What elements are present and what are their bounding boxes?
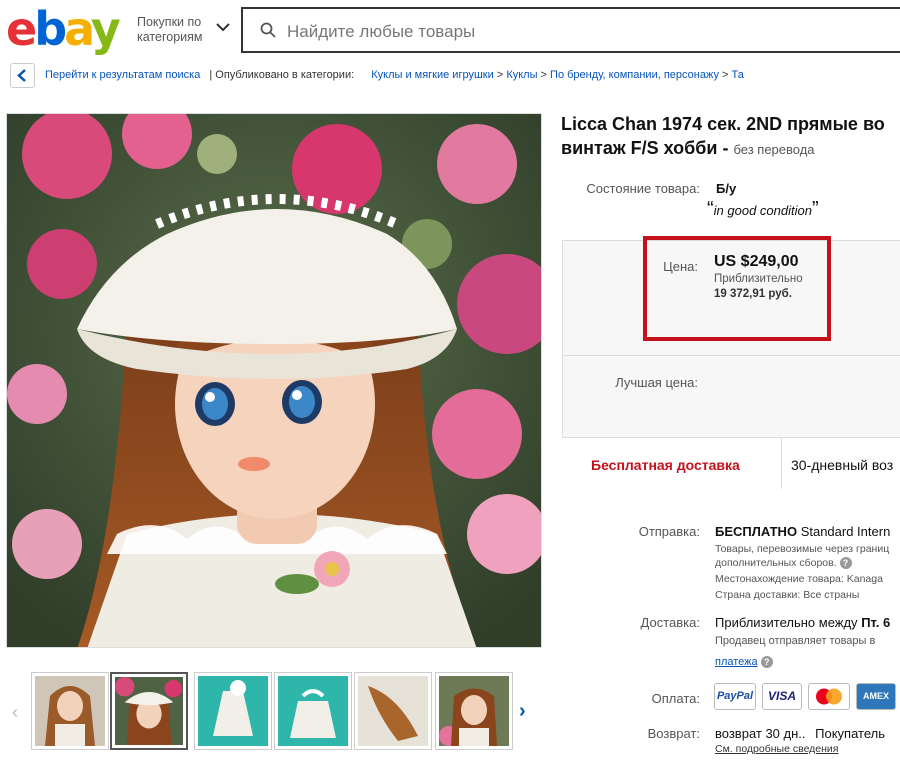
thumbnail[interactable] [354, 672, 432, 750]
payments-label: Оплата: [651, 691, 700, 706]
paypal-icon: PayPal [714, 683, 756, 710]
breadcrumb-item[interactable]: Та [732, 69, 744, 81]
breadcrumb-item[interactable]: Куклы и мягкие игрушки [371, 69, 494, 81]
mastercard-icon [808, 683, 850, 710]
amex-icon: AMEX [856, 683, 896, 710]
breadcrumb-item[interactable]: Куклы [506, 69, 537, 81]
item-title: Licca Chan 1974 сек. 2ND прямые во [561, 114, 885, 134]
returns-30-label: 30-дневный воз [791, 457, 894, 473]
returns-label: Возврат: [647, 726, 700, 741]
ships-to: Страна доставки: Все страны П [715, 589, 860, 601]
doll-photo [7, 114, 541, 647]
thumbnail-selected[interactable] [110, 672, 188, 750]
no-translation-label: без перевода [733, 142, 815, 157]
ebay-logo[interactable]: ebay [6, 4, 121, 54]
chevron-left-icon [17, 69, 26, 82]
breadcrumb-separator: > [496, 69, 504, 81]
main-product-image[interactable] [6, 113, 542, 648]
back-to-results-link[interactable]: Перейти к результатам поиска [45, 69, 200, 81]
thumbs-next-icon[interactable]: › [519, 700, 526, 723]
best-offer-label: Лучшая цена: [615, 375, 698, 390]
payment-link-row: платежа ? [715, 656, 773, 669]
breadcrumb-item[interactable]: По бренду, компании, персонажу [550, 69, 719, 81]
free-shipping-label: Бесплатная доставка [591, 457, 740, 473]
thumbs-prev-icon[interactable]: ‹ [12, 702, 18, 723]
condition-value: Б/у [716, 181, 737, 196]
divider [562, 355, 900, 356]
condition-label: Состояние товара: [586, 181, 700, 196]
delivery-label: Доставка: [640, 615, 700, 630]
thumbnail[interactable] [435, 672, 513, 750]
delivery-value: Приблизительно между Пт. 6 [715, 615, 891, 630]
price-highlight-box [643, 236, 831, 341]
search-input[interactable]: Найдите любые товары [241, 7, 900, 53]
chevron-down-icon[interactable] [216, 22, 230, 32]
shipping-value: БЕСПЛАТНО Standard Intern [715, 524, 891, 539]
help-icon[interactable]: ? [839, 557, 852, 570]
search-placeholder: Найдите любые товары [287, 22, 476, 41]
breadcrumb-separator: > [540, 69, 547, 81]
returns-details-link[interactable]: См. подробные сведения [715, 743, 839, 755]
breadcrumb: Перейти к результатам поиска | Опубликов… [45, 69, 744, 81]
shipping-note: дополнительных сборов. ? [715, 557, 852, 570]
back-to-results-button[interactable] [10, 63, 35, 88]
help-icon[interactable]: ? [760, 656, 773, 669]
thumbnail[interactable] [194, 672, 272, 750]
shipping-label: Отправка: [638, 524, 700, 539]
payment-link[interactable]: платежа [715, 656, 758, 668]
shipping-note: Товары, перевозимые через границ [715, 543, 890, 555]
thumbnail[interactable] [274, 672, 352, 750]
breadcrumb-separator: > [722, 69, 729, 81]
published-in-label: | Опубликовано в категории: [209, 69, 355, 81]
condition-note: “in good condition” [707, 198, 819, 220]
item-location: Местонахождение товара: Kanaga [715, 573, 883, 585]
search-icon [260, 22, 276, 38]
returns-value: возврат 30 дн.. Покупатель [715, 726, 885, 741]
visa-icon: VISA [762, 683, 802, 710]
item-title-line2: винтаж F/S хобби - без перевода [561, 138, 815, 158]
seller-ships-note: Продавец отправляет товары в [715, 635, 876, 647]
shop-by-category-button[interactable]: Покупки по категориям [137, 15, 203, 45]
thumbnail[interactable] [31, 672, 109, 750]
